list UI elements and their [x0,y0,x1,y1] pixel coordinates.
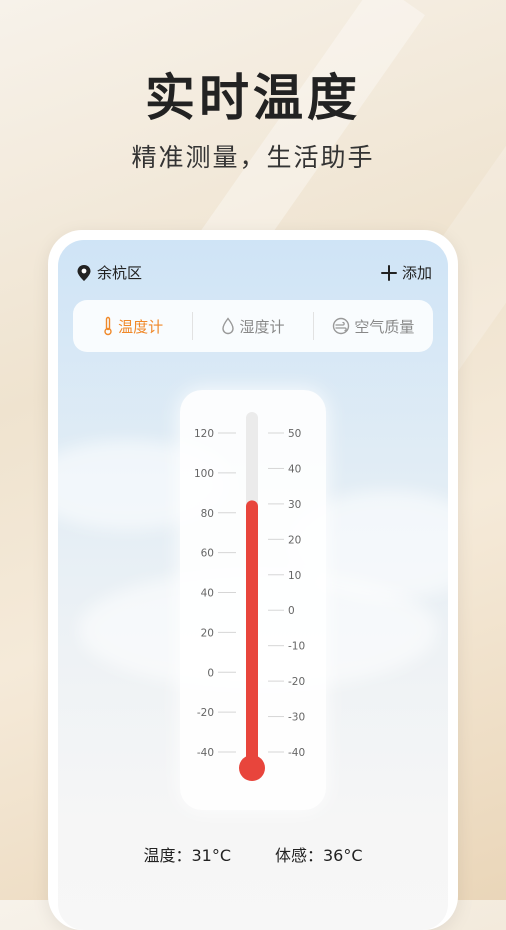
celsius-tick-label: -20 [288,676,305,688]
fahrenheit-tick-label: -40 [197,747,214,759]
celsius-tick-label: 30 [288,499,301,511]
tab-thermometer[interactable]: 温度计 [73,316,192,337]
hero-subtitle: 精准测量，生活助手 [131,143,375,172]
fahrenheit-tick-label: 0 [207,667,214,679]
fahrenheit-tick-label: -20 [197,707,214,719]
celsius-tick-label: -10 [288,641,305,653]
mercury-column [246,500,258,768]
phone-frame: 余杭区 添加 温度计 湿度计 空气质量 120 100 80 60 40 20 … [48,230,458,930]
temperature-readout: 温度：31°C [143,846,231,865]
droplet-icon [222,317,235,335]
plus-icon [380,264,397,281]
add-label: 添加 [401,264,432,282]
fahrenheit-tick-label: 20 [201,627,214,639]
tab-air-quality[interactable]: 空气质量 [314,316,433,337]
celsius-tick-label: 40 [288,463,301,475]
readouts: 温度：31°C 体感：36°C [58,842,448,866]
celsius-tick-label: -40 [288,747,305,759]
location-pin-icon [77,264,91,281]
app-screen: 余杭区 添加 温度计 湿度计 空气质量 120 100 80 60 40 20 … [58,240,448,930]
tab-label: 温度计 [118,317,164,336]
celsius-tick-label: 0 [288,605,295,617]
feels-like-readout: 体感：36°C [275,846,363,865]
fahrenheit-tick-label: 40 [201,588,214,600]
hero-title: 实时温度 [145,69,361,127]
thermometer-gauge: 120100806040200-20-4050403020100-10-20-3… [194,412,305,781]
location-button[interactable]: 余杭区 [76,262,142,283]
tab-bar: 温度计 湿度计 空气质量 [73,300,433,352]
celsius-tick-label: -30 [288,712,305,724]
thermometer-icon [104,316,112,336]
fahrenheit-tick-label: 80 [201,508,214,520]
mercury-bulb [239,755,265,781]
tab-label: 空气质量 [354,317,415,336]
tab-hygrometer[interactable]: 湿度计 [193,316,312,337]
fahrenheit-tick-label: 60 [201,548,214,560]
celsius-tick-label: 10 [288,570,301,582]
air-quality-icon [333,317,350,335]
thermometer-card: 120 100 80 60 40 20 0 -20 -40 50 40 30 20 10 0 -10 -20 -3… [180,390,326,810]
fahrenheit-tick-label: 100 [194,468,214,480]
location-label: 余杭区 [97,264,143,282]
celsius-tick-label: 50 [288,428,301,440]
add-button[interactable]: 添加 [380,262,432,283]
tab-label: 湿度计 [239,317,285,336]
fahrenheit-tick-label: 120 [194,428,214,440]
celsius-tick-label: 20 [288,534,301,546]
